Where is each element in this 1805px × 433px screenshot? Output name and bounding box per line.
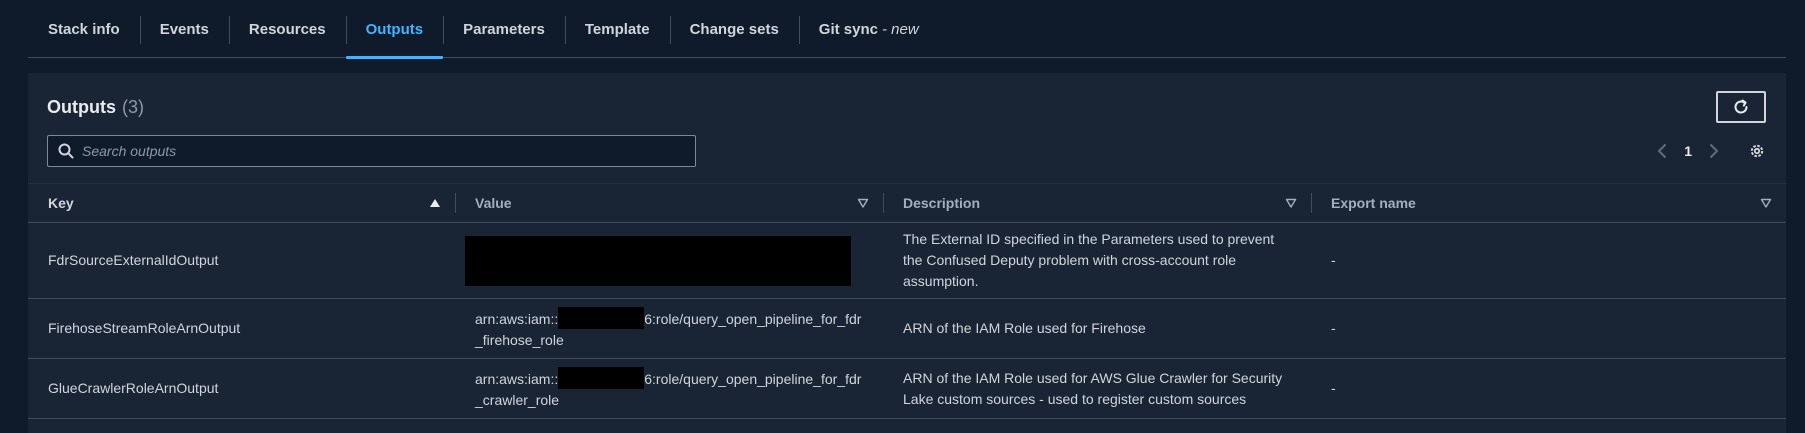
- sort-descending-icon[interactable]: [1760, 197, 1772, 209]
- pagination: 1: [1656, 139, 1766, 163]
- search-icon: [58, 143, 74, 159]
- tab-label: Parameters: [463, 20, 545, 38]
- cell-key: FirehoseStreamRoleArnOutput: [48, 320, 241, 336]
- tab-parameters[interactable]: Parameters: [443, 0, 565, 58]
- arn-value: arn:aws:iam:: 6:role/query_open_pipeline_…: [475, 306, 863, 351]
- tab-resources[interactable]: Resources: [228, 0, 346, 58]
- arn-prefix: arn:aws:iam::: [475, 310, 559, 327]
- column-header-key[interactable]: Key: [28, 183, 455, 223]
- sort-descending-icon[interactable]: [857, 197, 869, 209]
- column-label: Key: [48, 195, 74, 211]
- tab-bar: Stack info Events Resources Outputs Para…: [28, 0, 1786, 59]
- tab-events[interactable]: Events: [139, 0, 229, 58]
- outputs-container: Outputs (3) 1: [28, 73, 1786, 433]
- column-header-description[interactable]: Description: [883, 183, 1311, 223]
- column-header-value[interactable]: Value: [455, 183, 883, 223]
- outputs-table: Key Value Description Export name FdrSou…: [28, 183, 1786, 419]
- cell-value: [455, 223, 883, 298]
- redacted-account-id: [558, 306, 645, 329]
- gear-icon[interactable]: [1748, 142, 1766, 160]
- tab-git-sync[interactable]: Git sync - new: [798, 0, 939, 58]
- cell-export-name: -: [1331, 380, 1336, 396]
- tab-label: Events: [159, 20, 209, 38]
- column-label: Description: [903, 195, 981, 211]
- column-header-export-name[interactable]: Export name: [1311, 183, 1786, 223]
- search-input[interactable]: [74, 136, 695, 166]
- table-row: FirehoseStreamRoleArnOutput arn:aws:iam:…: [28, 299, 1786, 359]
- page-number[interactable]: 1: [1684, 143, 1692, 159]
- tab-label: Resources: [248, 20, 326, 38]
- refresh-icon: [1734, 99, 1748, 114]
- page-title: Outputs (3): [47, 97, 144, 118]
- tab-label: Outputs: [365, 20, 424, 38]
- search-box: [47, 135, 696, 167]
- redacted-account-id: [558, 366, 645, 389]
- cell-export-name: -: [1331, 252, 1336, 268]
- cell-key: FdrSourceExternalIdOutput: [48, 252, 219, 268]
- chevron-left-icon[interactable]: [1656, 143, 1668, 159]
- tab-template[interactable]: Template: [564, 0, 670, 58]
- table-row: GlueCrawlerRoleArnOutput arn:aws:iam:: 6:…: [28, 359, 1786, 419]
- table-header: Key Value Description Export name: [28, 183, 1786, 223]
- cell-value: arn:aws:iam:: 6:role/query_open_pipeline_…: [455, 359, 883, 418]
- tab-outputs[interactable]: Outputs: [345, 0, 444, 59]
- cell-key: GlueCrawlerRoleArnOutput: [48, 380, 219, 396]
- refresh-button[interactable]: [1716, 91, 1766, 123]
- tab-stack-info[interactable]: Stack info: [28, 0, 140, 58]
- sort-ascending-icon[interactable]: [429, 197, 441, 209]
- outputs-count: (3): [122, 97, 144, 117]
- tab-label: Template: [584, 20, 650, 38]
- arn-value: arn:aws:iam:: 6:role/query_open_pipeline_…: [475, 366, 863, 411]
- tab-label: Git sync: [818, 20, 878, 38]
- cell-value: arn:aws:iam:: 6:role/query_open_pipeline_…: [455, 299, 883, 358]
- title-text: Outputs: [47, 97, 116, 117]
- cell-export-name: -: [1331, 320, 1336, 336]
- new-badge: - new: [881, 20, 919, 38]
- tab-label: Change sets: [689, 20, 779, 38]
- cell-description: ARN of the IAM Role used for Firehose: [903, 320, 1146, 336]
- arn-prefix: arn:aws:iam::: [475, 370, 559, 387]
- tab-change-sets[interactable]: Change sets: [669, 0, 799, 58]
- sort-descending-icon[interactable]: [1285, 197, 1297, 209]
- cell-description: The External ID specified in the Paramet…: [903, 231, 1275, 289]
- tab-label: Stack info: [48, 20, 120, 38]
- table-row: FdrSourceExternalIdOutput The External I…: [28, 223, 1786, 299]
- outputs-header: Outputs (3) 1: [28, 73, 1786, 183]
- redacted-value: [465, 235, 851, 286]
- column-label: Value: [475, 195, 512, 211]
- chevron-right-icon[interactable]: [1708, 143, 1720, 159]
- column-label: Export name: [1331, 195, 1416, 211]
- cell-description: ARN of the IAM Role used for AWS Glue Cr…: [903, 369, 1283, 407]
